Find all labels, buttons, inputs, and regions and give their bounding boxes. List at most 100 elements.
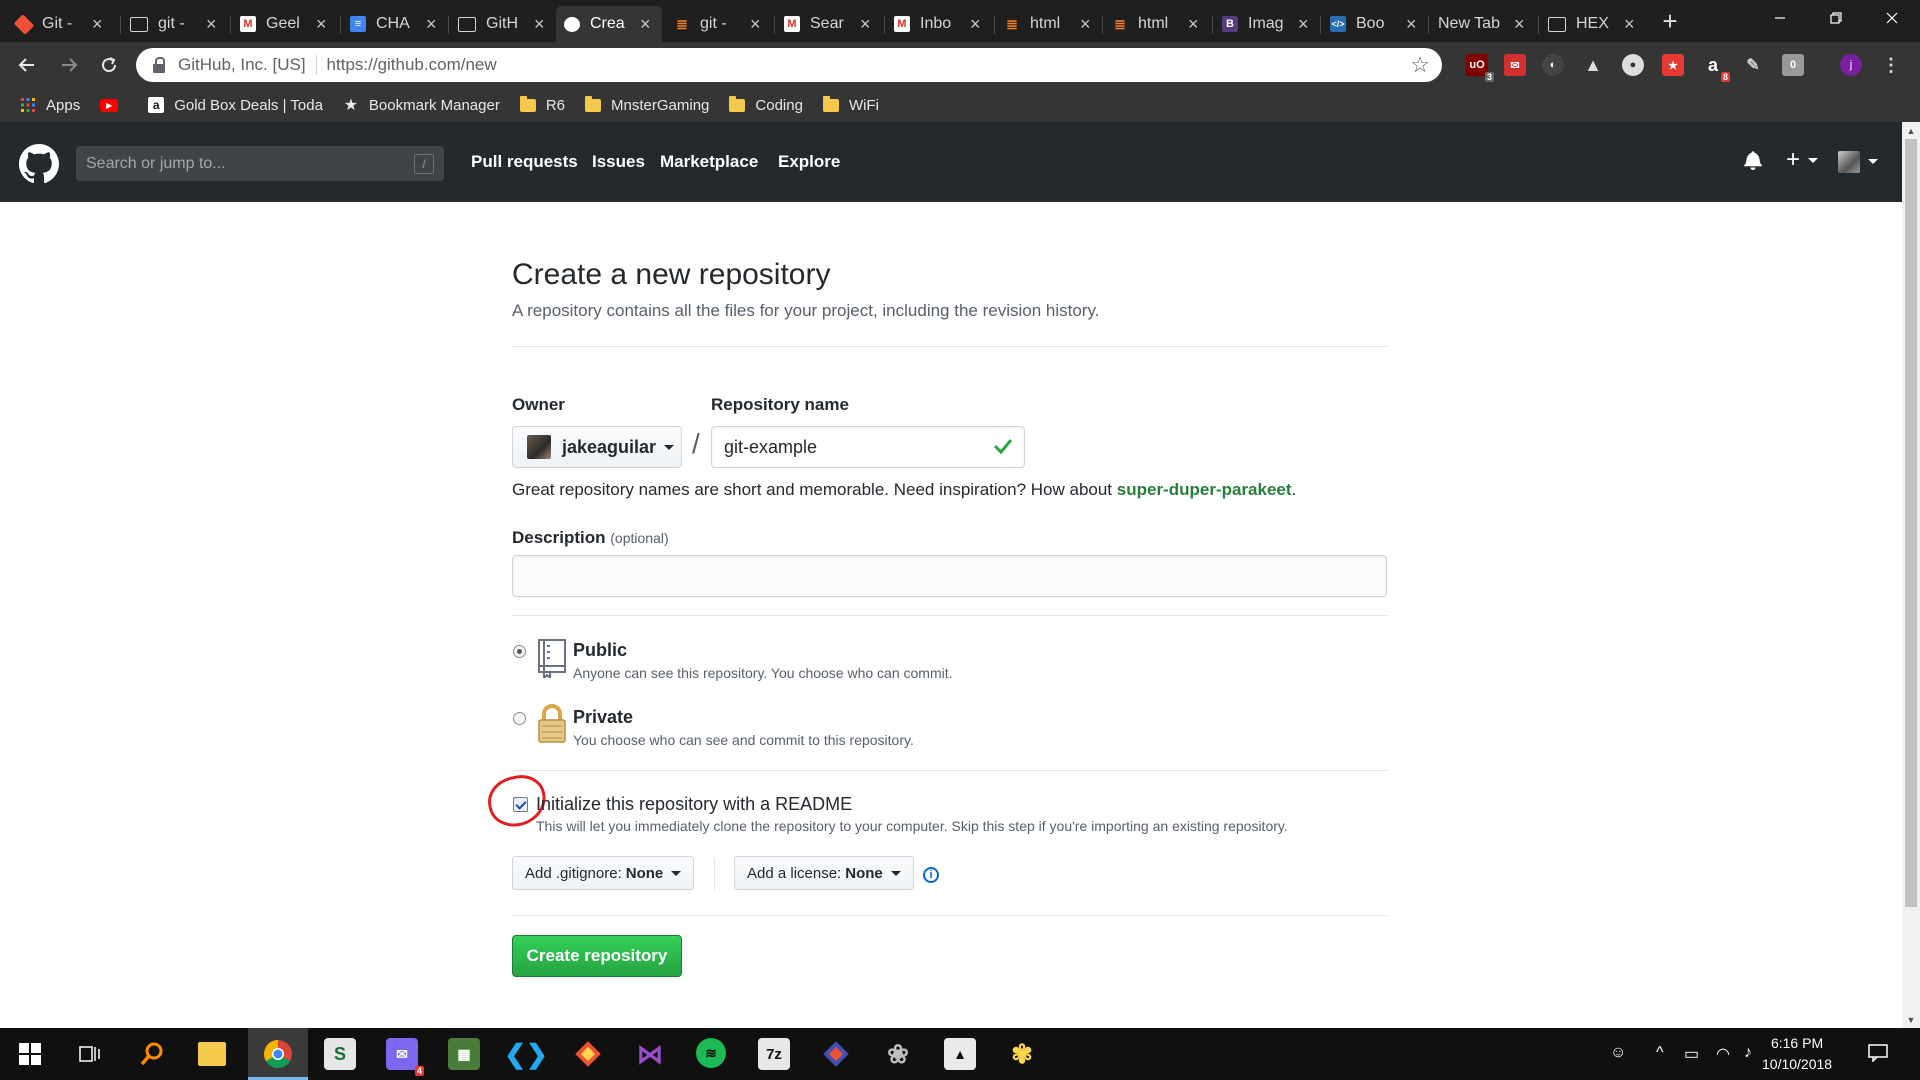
system-clock[interactable]: 6:16 PM 10/10/2018 [1762,1033,1832,1075]
nav-marketplace[interactable]: Marketplace [660,152,758,172]
git-app-icon[interactable] [820,1038,852,1070]
owner-select[interactable]: jakeaguilar [512,426,682,468]
window-close-icon[interactable] [1864,0,1920,36]
nav-issues[interactable]: Issues [592,152,645,172]
close-icon[interactable]: × [1080,14,1094,35]
user-avatar-menu[interactable] [1838,150,1878,173]
google-drive-icon[interactable]: ▲ [1582,54,1604,76]
close-icon[interactable]: × [426,14,440,35]
tab-bootstrap-images[interactable]: B Imag × [1214,6,1320,42]
minecraft-icon[interactable]: ▦ [448,1038,480,1070]
bookmark-folder-mnstergaming[interactable]: MnsterGaming [585,95,709,114]
ublock-icon[interactable]: uO 3 [1466,54,1494,82]
tab-stackoverflow-html-1[interactable]: ≣ html × [996,6,1102,42]
public-radio[interactable] [513,645,526,658]
close-icon[interactable]: × [640,14,654,35]
notification-center-icon[interactable] [1868,1044,1888,1067]
extension-red-icon[interactable]: ✉ [1504,54,1526,76]
close-icon[interactable]: × [1624,14,1638,35]
chrome-menu-icon[interactable]: ⋮ [1880,54,1902,76]
profile-avatar[interactable]: j [1840,54,1862,76]
bookmark-star-icon[interactable]: ☆ [1410,52,1430,78]
close-icon[interactable]: × [534,14,548,35]
tab-gmail-inbox[interactable]: M Inbo × [886,6,992,42]
repo-name-input[interactable]: git-example [711,426,1025,468]
chevron-up-icon[interactable]: ^ [1656,1044,1664,1062]
extension-white-circle-icon[interactable]: ● [1622,54,1644,76]
tab-gmail-geel[interactable]: M Geel × [232,6,338,42]
tab-hex[interactable]: HEX × [1540,6,1646,42]
wifi-icon[interactable]: ◠ [1716,1044,1730,1064]
url-text[interactable]: https://github.com/new [327,55,497,75]
tab-google-docs[interactable]: ≡ CHA × [342,6,448,42]
people-icon[interactable]: ☺ [1610,1044,1626,1062]
back-arrow-icon[interactable] [12,50,42,80]
tab-gmail-search[interactable]: M Sear × [776,6,882,42]
close-icon[interactable]: × [1406,14,1420,35]
file-explorer-icon[interactable] [198,1042,226,1066]
bookmark-folder-coding[interactable]: Coding [729,95,803,114]
close-icon[interactable]: × [1298,14,1312,35]
info-icon[interactable]: i [923,867,939,883]
name-suggestion-link[interactable]: super-duper-parakeet [1117,480,1292,499]
eyedropper-icon[interactable]: ✎ [1742,54,1764,76]
nav-explore[interactable]: Explore [778,152,840,172]
bookmark-folder-r6[interactable]: R6 [519,95,565,114]
visual-studio-icon[interactable]: ⋈ [634,1038,666,1070]
license-select[interactable]: Add a license: None [734,856,914,890]
address-bar[interactable]: GitHub, Inc. [US] https://github.com/new… [136,48,1442,82]
extension-circle-icon[interactable]: ◐ [1542,54,1564,76]
close-icon[interactable]: × [1514,14,1528,35]
new-tab-button[interactable]: + [1656,6,1684,36]
chrome-icon[interactable] [262,1038,294,1070]
tab-git[interactable]: Git - × [8,6,114,42]
bookmark-apps[interactable]: Apps [20,97,80,114]
bell-icon[interactable] [1744,150,1762,176]
battery-icon[interactable]: ▭ [1684,1044,1699,1064]
minimize-icon[interactable] [1752,0,1808,36]
paint-palette-icon[interactable]: ✾ [1006,1038,1038,1070]
search-icon[interactable] [136,1038,168,1070]
tab-bootstrap-code[interactable]: </> Boo × [1322,6,1428,42]
tab-new-tab[interactable]: New Tab × [1430,6,1536,42]
7zip-icon[interactable]: 7z [758,1038,790,1070]
create-new-plus-icon[interactable]: + [1786,146,1819,174]
gitignore-select[interactable]: Add .gitignore: None [512,856,695,890]
extension-star-icon[interactable]: ★ [1662,54,1684,76]
tab-git-doc[interactable]: git - × [122,6,228,42]
github-octocat-icon[interactable] [19,144,59,184]
task-view-icon[interactable] [74,1038,106,1070]
spotify-icon[interactable]: ≋ [696,1038,726,1068]
bookmark-youtube[interactable]: ▶ [100,98,128,112]
bookmark-manager[interactable]: ★ Bookmark Manager [343,97,500,115]
close-icon[interactable]: × [206,14,220,35]
volume-icon[interactable]: ♪ [1744,1044,1752,1062]
tab-stackoverflow-git[interactable]: ≣ git - × [666,6,772,42]
windows-start-icon[interactable] [14,1038,46,1070]
tab-stackoverflow-html-2[interactable]: ≣ html × [1104,6,1210,42]
restore-icon[interactable] [1808,0,1864,36]
photos-icon[interactable]: ▲ [944,1038,976,1070]
vscode-icon[interactable]: ❮❯ [504,1038,548,1070]
paint-icon[interactable]: ❀ [882,1038,914,1070]
page-scrollbar[interactable]: ▲ ▼ [1902,122,1920,1028]
close-icon[interactable]: × [1188,14,1202,35]
github-search-input[interactable]: Search or jump to... / [76,146,444,181]
messenger-app-icon[interactable]: ✉ 4 [386,1038,424,1076]
bookmark-gold-box[interactable]: a Gold Box Deals | Toda [148,97,323,114]
private-radio[interactable] [513,712,526,725]
scroll-down-arrow-icon[interactable]: ▼ [1902,1011,1920,1028]
sheets-app-icon[interactable]: S [324,1038,356,1070]
close-icon[interactable]: × [970,14,984,35]
close-icon[interactable]: × [860,14,874,35]
tab-github-create[interactable]: Crea × [556,6,662,42]
tab-github-doc[interactable]: GitH × [450,6,556,42]
close-icon[interactable]: × [92,14,106,35]
scroll-up-arrow-icon[interactable]: ▲ [1902,122,1920,139]
description-input[interactable] [512,555,1387,597]
amazon-assistant-icon[interactable]: a8 [1702,54,1730,82]
forward-arrow-icon[interactable] [54,50,84,80]
close-icon[interactable]: × [316,14,330,35]
extension-box-icon[interactable]: 0 [1782,54,1804,76]
nav-pull-requests[interactable]: Pull requests [471,152,578,172]
